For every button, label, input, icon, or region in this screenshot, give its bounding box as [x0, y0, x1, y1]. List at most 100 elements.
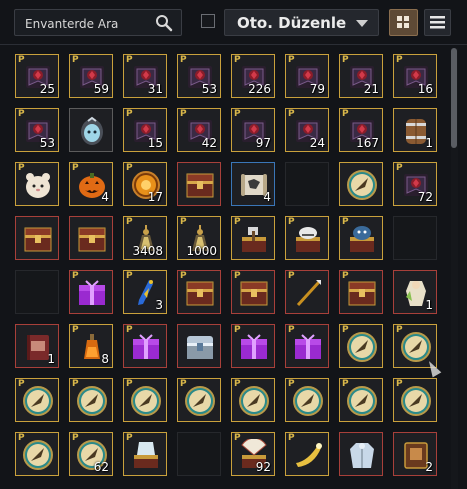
- inventory-slot[interactable]: P: [15, 162, 59, 206]
- chest-item-icon: [184, 277, 216, 309]
- inventory-slot[interactable]: P 72: [393, 162, 437, 206]
- search-icon[interactable]: [155, 14, 173, 32]
- premium-mark-icon: P: [180, 109, 187, 119]
- premium-mark-icon: P: [18, 163, 25, 173]
- inventory-slot[interactable]: P: [285, 378, 329, 422]
- inventory-slot[interactable]: P: [231, 216, 275, 260]
- item-count: 4: [101, 190, 109, 204]
- inventory-slot[interactable]: P 3408: [123, 216, 167, 260]
- grid-view-button[interactable]: [389, 9, 418, 36]
- inventory-slot[interactable]: [69, 108, 113, 152]
- inventory-slot[interactable]: P: [339, 324, 383, 368]
- inventory-slot[interactable]: 2: [393, 432, 437, 476]
- empty-inventory-slot[interactable]: [177, 432, 221, 476]
- inventory-slot[interactable]: P: [285, 324, 329, 368]
- inventory-slot[interactable]: P 53: [177, 54, 221, 98]
- inventory-slot[interactable]: P 17: [123, 162, 167, 206]
- item-count: 1: [47, 352, 55, 366]
- inventory-slot[interactable]: P: [177, 270, 221, 314]
- filter-checkbox[interactable]: [201, 14, 215, 28]
- compass-item-icon: [130, 385, 162, 417]
- item-count: 8: [101, 352, 109, 366]
- item-count: 62: [93, 460, 109, 474]
- inventory-slot[interactable]: P: [285, 432, 329, 476]
- inventory-slot[interactable]: P 79: [285, 54, 329, 98]
- list-view-button[interactable]: [424, 9, 451, 36]
- inventory-slot[interactable]: P 62: [69, 432, 113, 476]
- auto-sort-dropdown[interactable]: Oto. Düzenle: [224, 9, 379, 36]
- compass-item-icon: [346, 331, 378, 363]
- inventory-slot[interactable]: P: [339, 270, 383, 314]
- inventory-slot[interactable]: [15, 216, 59, 260]
- inventory-slot[interactable]: P3: [123, 270, 167, 314]
- inventory-slot[interactable]: 4: [231, 162, 275, 206]
- inventory-slot[interactable]: P: [393, 378, 437, 422]
- premium-mark-icon: P: [180, 271, 187, 281]
- search-input[interactable]: [23, 14, 157, 34]
- inventory-slot[interactable]: P: [123, 324, 167, 368]
- inventory-slot[interactable]: P8: [69, 324, 113, 368]
- inventory-slot[interactable]: P: [339, 378, 383, 422]
- search-box[interactable]: [14, 9, 182, 36]
- inventory-slot[interactable]: P 21: [339, 54, 383, 98]
- inventory-slot[interactable]: P 167: [339, 108, 383, 152]
- compass-item-icon: [400, 331, 432, 363]
- inventory-slot[interactable]: P: [231, 378, 275, 422]
- inventory-slot[interactable]: P: [69, 378, 113, 422]
- inventory-slot[interactable]: P 1000: [177, 216, 221, 260]
- inventory-slot[interactable]: P 53: [15, 108, 59, 152]
- inventory-slot[interactable]: P 16: [393, 54, 437, 98]
- inventory-slot[interactable]: P: [285, 216, 329, 260]
- inventory-slot[interactable]: P 97: [231, 108, 275, 152]
- horn-item-icon: [292, 439, 324, 471]
- gift-item-icon: [238, 331, 270, 363]
- chest-item-icon: [22, 223, 54, 255]
- inventory-slot[interactable]: P: [177, 378, 221, 422]
- inventory-slot[interactable]: P: [15, 432, 59, 476]
- inventory-slot[interactable]: P 42: [177, 108, 221, 152]
- inventory-slot[interactable]: P 226: [231, 54, 275, 98]
- premium-mark-icon: P: [342, 217, 349, 227]
- inventory-slot[interactable]: [339, 432, 383, 476]
- inventory-slot[interactable]: P: [285, 270, 329, 314]
- inventory-slot[interactable]: P: [123, 432, 167, 476]
- inventory-slot[interactable]: 1: [393, 270, 437, 314]
- inventory-slot[interactable]: P 24: [285, 108, 329, 152]
- inventory-slot[interactable]: P 92: [231, 432, 275, 476]
- inventory-slot[interactable]: P: [231, 324, 275, 368]
- inventory-slot[interactable]: P 15: [123, 108, 167, 152]
- inventory-slot[interactable]: P: [69, 270, 113, 314]
- inventory-slot[interactable]: P4: [69, 162, 113, 206]
- inventory-slot[interactable]: 1: [393, 108, 437, 152]
- empty-inventory-slot[interactable]: [393, 216, 437, 260]
- compass-item-icon: [346, 385, 378, 417]
- inventory-slot[interactable]: [177, 324, 221, 368]
- premium-mark-icon: P: [396, 379, 403, 389]
- compass-item-icon: [22, 439, 54, 471]
- premium-mark-icon: P: [288, 379, 295, 389]
- inventory-slot[interactable]: 1: [15, 324, 59, 368]
- empty-inventory-slot[interactable]: [15, 270, 59, 314]
- inventory-slot[interactable]: P: [231, 270, 275, 314]
- premium-mark-icon: P: [126, 271, 133, 281]
- inventory-slot[interactable]: [177, 162, 221, 206]
- gift-item-icon: [130, 331, 162, 363]
- premium-mark-icon: P: [72, 325, 79, 335]
- inventory-slot[interactable]: P: [339, 216, 383, 260]
- premium-mark-icon: P: [342, 325, 349, 335]
- inventory-slot[interactable]: [69, 216, 113, 260]
- premium-mark-icon: P: [18, 379, 25, 389]
- inventory-slot[interactable]: P: [123, 378, 167, 422]
- item-count: 3408: [132, 244, 163, 258]
- inventory-panel: Oto. Düzenle P25P59P31P53P226P79P21P16P5…: [0, 0, 467, 489]
- chest-item-icon: [238, 277, 270, 309]
- inventory-slot[interactable]: P 25: [15, 54, 59, 98]
- inventory-slot[interactable]: P 31: [123, 54, 167, 98]
- inventory-slot[interactable]: P 59: [69, 54, 113, 98]
- inventory-slot[interactable]: [339, 162, 383, 206]
- silverchest-item-icon: [184, 331, 216, 363]
- empty-inventory-slot[interactable]: [285, 162, 329, 206]
- inventory-slot[interactable]: P: [15, 378, 59, 422]
- scrollbar-thumb[interactable]: [451, 48, 457, 148]
- premium-mark-icon: P: [342, 109, 349, 119]
